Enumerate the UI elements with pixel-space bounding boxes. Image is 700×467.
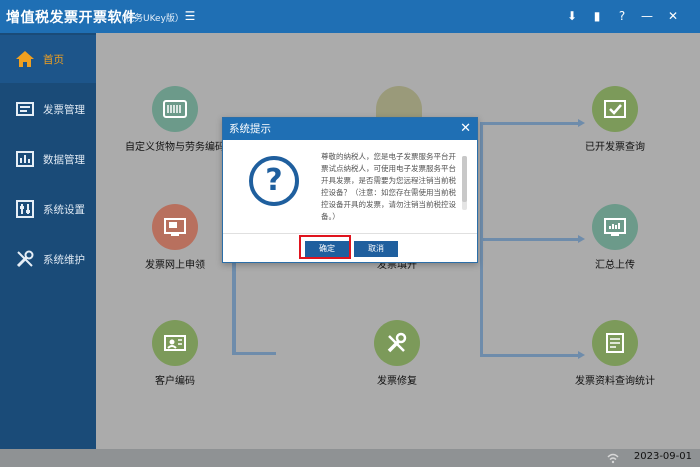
app-edition: （税务UKey版） xyxy=(116,14,184,24)
node-label: 发票资料查询统计 xyxy=(575,376,655,387)
dialog-header: 系统提示 ✕ xyxy=(223,118,477,140)
confirm-highlight-box xyxy=(299,235,351,259)
node-online-apply[interactable]: 发票网上申领 xyxy=(120,204,230,271)
status-bar: 2023-09-01 xyxy=(0,449,700,467)
sidebar-item-home[interactable]: 首页 xyxy=(0,35,96,83)
node-customer-code[interactable]: 客户编码 xyxy=(120,320,230,387)
sidebar-item-maintenance[interactable]: 系统维护 xyxy=(0,235,96,283)
sidebar-item-settings[interactable]: 系统设置 xyxy=(0,185,96,233)
node-summary-upload[interactable]: 汇总上传 xyxy=(560,204,670,271)
scrollbar-thumb[interactable] xyxy=(462,156,467,202)
sidebar-item-label: 系统维护 xyxy=(43,253,85,266)
node-issued-invoice-query[interactable]: 已开发票查询 xyxy=(560,86,670,153)
sidebar-item-invoice[interactable]: 发票管理 xyxy=(0,85,96,133)
invoice-icon xyxy=(13,97,37,121)
node-label: 发票修复 xyxy=(377,376,417,387)
sidebar-item-label: 系统设置 xyxy=(43,203,85,216)
goods-code-icon xyxy=(152,86,198,132)
home-icon xyxy=(13,47,37,71)
help-icon[interactable]: ? xyxy=(612,6,632,26)
node-label: 自定义货物与劳务编码 xyxy=(125,142,225,153)
close-icon[interactable]: ✕ xyxy=(663,6,683,26)
statistics-icon xyxy=(592,320,638,366)
node-label: 已开发票查询 xyxy=(585,142,645,153)
data-icon xyxy=(13,147,37,171)
dialog-divider xyxy=(223,233,477,234)
sidebar-item-data[interactable]: 数据管理 xyxy=(0,135,96,183)
settings-icon xyxy=(13,197,37,221)
node-label: 客户编码 xyxy=(155,376,195,387)
issued-query-icon xyxy=(592,86,638,132)
status-date: 2023-09-01 xyxy=(633,451,692,462)
node-custom-goods-code[interactable]: 自定义货物与劳务编码 xyxy=(120,86,230,153)
summary-upload-icon xyxy=(592,204,638,250)
sidebar-item-label: 发票管理 xyxy=(43,103,85,116)
node-label: 汇总上传 xyxy=(595,260,635,271)
dialog-message: 尊敬的纳税人，您是电子发票服务平台开票试点纳税人，可使用电子发票服务平台开具发票… xyxy=(321,152,456,221)
title-bar: 增值税发票开票软件 （税务UKey版） ☰ ⬇ ▮ ? — ✕ xyxy=(0,0,700,33)
repair-tools-icon xyxy=(374,320,420,366)
minimize-icon[interactable]: — xyxy=(637,6,657,26)
sidebar-item-label: 首页 xyxy=(43,53,64,66)
flow-line xyxy=(232,352,276,355)
online-apply-icon xyxy=(152,204,198,250)
node-label: 发票网上申领 xyxy=(145,260,205,271)
download-icon[interactable]: ⬇ xyxy=(562,6,582,26)
sidebar-item-label: 数据管理 xyxy=(43,153,85,166)
tools-icon xyxy=(13,247,37,271)
dialog-close-icon[interactable]: ✕ xyxy=(460,118,471,140)
wifi-icon xyxy=(607,453,619,464)
info-icon[interactable]: ▮ xyxy=(587,6,607,26)
dialog-title: 系统提示 xyxy=(229,123,271,135)
dialog-scrollbar[interactable] xyxy=(462,156,467,210)
cancel-button[interactable]: 取消 xyxy=(354,241,398,257)
question-icon: ? xyxy=(249,156,299,206)
sidebar: 首页 发票管理 数据管理 系统设置 系统维护 xyxy=(0,33,96,467)
customer-code-icon xyxy=(152,320,198,366)
node-invoice-repair[interactable]: 发票修复 xyxy=(342,320,452,387)
menu-toggle-icon[interactable]: ☰ xyxy=(180,6,200,26)
node-invoice-statistics[interactable]: 发票资料查询统计 xyxy=(560,320,670,387)
